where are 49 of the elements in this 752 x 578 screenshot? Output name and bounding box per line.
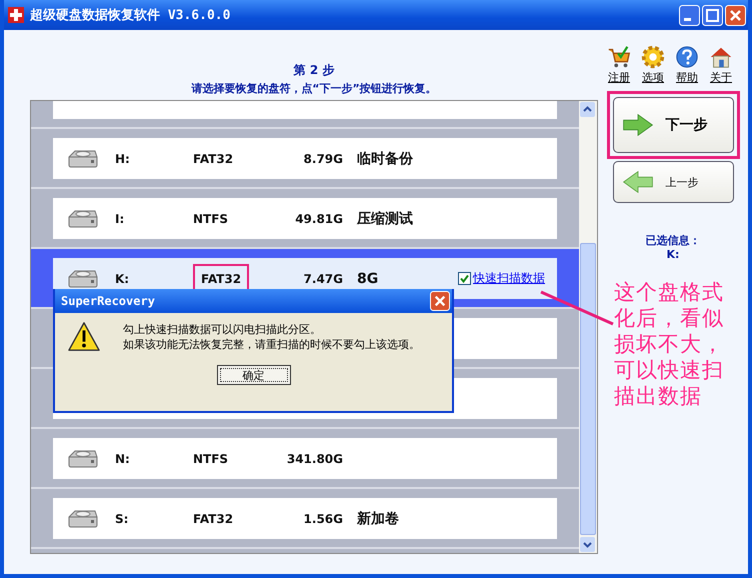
scroll-down-icon[interactable]	[580, 537, 595, 552]
ok-button[interactable]: 确定	[216, 365, 290, 385]
checkbox[interactable]	[458, 272, 471, 285]
drive-size: 1.56G	[302, 512, 343, 526]
minimize-icon[interactable]	[679, 4, 700, 26]
drive-letter: I:	[115, 212, 126, 226]
toolbar-link[interactable]: 关于	[710, 70, 732, 85]
volume-label: 压缩测试	[357, 210, 413, 228]
annotation-text: 这个盘格式化后，看似损坏不大，可以快速扫描出数据	[614, 279, 725, 409]
help-icon[interactable]	[674, 44, 700, 70]
toolbar-link[interactable]: 注册	[608, 70, 630, 85]
volume-label: 8G	[357, 270, 378, 286]
selected-info-value: K:	[666, 248, 680, 261]
drive-letter: N:	[115, 452, 131, 466]
left-arrow-icon	[622, 169, 654, 195]
volume-label: 临时备份	[357, 150, 413, 168]
file-system: FAT32	[193, 512, 234, 526]
volume-label: 新加卷	[357, 510, 399, 528]
dialog-title: SuperRecovery	[61, 294, 155, 308]
file-system: NTFS	[193, 212, 228, 226]
selected-info-label: 已选信息：	[646, 233, 700, 248]
next-button[interactable]: 下一步	[612, 97, 734, 153]
instruction-text: 请选择要恢复的盘符，点“下一步”按钮进行恢复。	[191, 81, 437, 96]
file-system: NTFS	[193, 452, 228, 466]
cart-icon[interactable]	[606, 44, 632, 70]
right-arrow-icon	[622, 112, 654, 138]
first-aid-icon	[8, 7, 24, 23]
scroll-up-icon[interactable]	[580, 102, 595, 117]
drive-letter: H:	[115, 152, 131, 166]
drive-letter: S:	[115, 512, 130, 526]
drive-size: 341.80G	[286, 452, 343, 466]
close-icon[interactable]	[725, 4, 746, 26]
drive-letter: K:	[115, 272, 130, 286]
toolbar-link[interactable]: 选项	[642, 70, 664, 85]
previous-button[interactable]: 上一步	[612, 161, 734, 203]
drive-size: 8.79G	[302, 152, 343, 166]
file-system: FAT32	[193, 152, 234, 166]
step-title: 第 2 步	[294, 62, 334, 79]
drive-size: 49.81G	[294, 212, 343, 226]
maximize-icon[interactable]	[702, 4, 723, 26]
quick-scan-link[interactable]: 快速扫描数据	[473, 270, 545, 287]
gear-icon[interactable]	[640, 44, 666, 70]
dialog-message: 勾上快速扫描数据可以闪电扫描此分区。 如果该功能无法恢复完整，请重扫描的时候不要勾上该选项。	[123, 322, 420, 352]
drive-size: 7.47G	[302, 272, 343, 286]
scrollbar[interactable]	[579, 101, 597, 553]
toolbar-link[interactable]: 帮助	[676, 70, 698, 85]
warning-icon	[67, 321, 101, 353]
window-title: 超级硬盘数据恢复软件 V3.6.0.0	[30, 7, 232, 24]
close-icon[interactable]	[430, 291, 450, 311]
